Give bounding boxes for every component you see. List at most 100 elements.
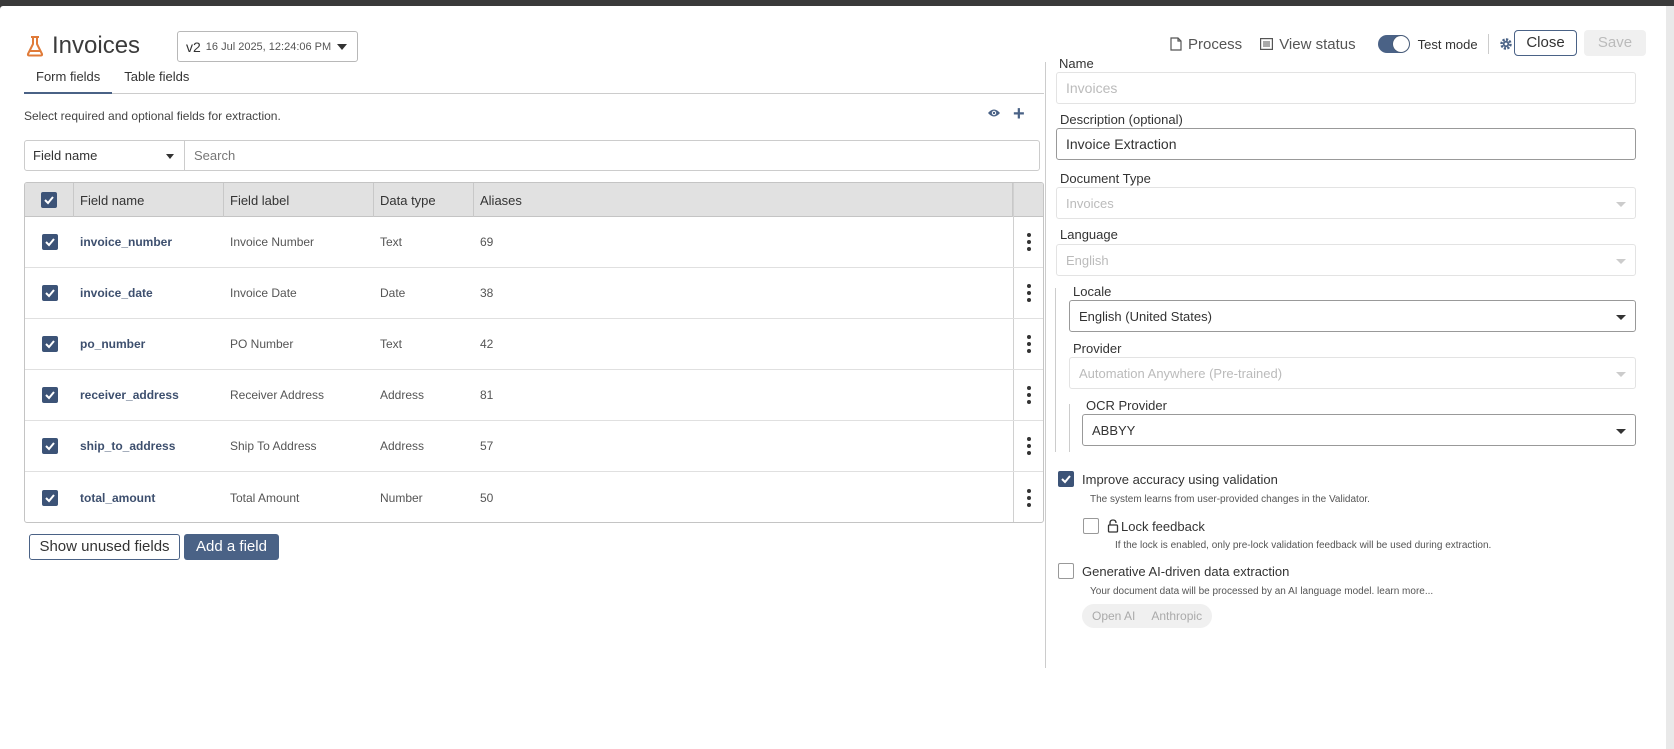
chevron-down-icon <box>166 154 174 159</box>
locale-select[interactable]: English (United States) <box>1069 300 1636 332</box>
version-dropdown[interactable]: v2 16 Jul 2025, 12:24:06 PM <box>177 31 358 62</box>
add-icon[interactable]: + <box>1013 104 1025 124</box>
row-checkbox[interactable] <box>41 387 58 403</box>
row-menu-cell <box>1013 217 1043 267</box>
field-label-cell: Invoice Number <box>230 235 315 249</box>
kebab-menu-icon[interactable] <box>1026 284 1031 302</box>
improve-accuracy-checkbox[interactable] <box>1058 471 1074 487</box>
kebab-menu-icon[interactable] <box>1026 437 1031 455</box>
app-window: Invoices v2 16 Jul 2025, 12:24:06 PM Pro… <box>0 6 1674 749</box>
field-name-cell[interactable]: po_number <box>74 319 224 369</box>
lock-feedback-label: Lock feedback <box>1121 518 1205 534</box>
lock-feedback-help: If the lock is enabled, only pre-lock va… <box>1115 540 1492 551</box>
language-select[interactable]: English <box>1056 244 1636 276</box>
field-name-cell[interactable]: invoice_number <box>74 217 224 267</box>
field-name-cell[interactable]: receiver_address <box>74 370 224 420</box>
select-all-cell <box>25 183 74 217</box>
provider-select[interactable]: Automation Anywhere (Pre-trained) <box>1069 357 1636 389</box>
row-checkbox-cell <box>25 472 74 522</box>
row-checkbox-cell <box>25 319 74 369</box>
genai-option-openai[interactable]: Open AI <box>1092 609 1135 623</box>
row-menu-cell <box>1013 319 1043 369</box>
row-checkbox[interactable] <box>41 336 58 352</box>
field-label-cell: PO Number <box>230 337 294 351</box>
kebab-menu-icon[interactable] <box>1026 233 1031 251</box>
data-type-cell: Text <box>380 337 403 351</box>
name-input[interactable]: Invoices <box>1056 72 1636 104</box>
column-header-field-name[interactable]: Field name <box>74 183 224 217</box>
show-unused-fields-button[interactable]: Show unused fields <box>29 534 180 560</box>
row-checkbox[interactable] <box>41 438 58 454</box>
kebab-menu-icon[interactable] <box>1026 335 1031 353</box>
list-icon <box>1260 38 1274 50</box>
test-mode-toggle[interactable] <box>1377 35 1410 53</box>
description-label: Description (optional) <box>1060 112 1183 127</box>
aliases-cell: 81 <box>480 388 494 402</box>
close-button[interactable]: Close <box>1514 30 1577 56</box>
table-row: invoice_number Invoice Number Text 69 <box>25 217 1043 268</box>
language-label: Language <box>1060 227 1118 242</box>
row-checkbox-cell <box>25 268 74 318</box>
version-date: 16 Jul 2025, 12:24:06 PM <box>205 40 332 53</box>
name-label: Name <box>1059 56 1094 71</box>
improve-accuracy-option: Improve accuracy using validation <box>1058 471 1278 487</box>
description-input[interactable]: Invoice Extraction <box>1056 128 1636 160</box>
chevron-down-icon <box>1616 259 1626 264</box>
document-type-select[interactable]: Invoices <box>1056 187 1636 219</box>
ocr-provider-select[interactable]: ABBYY <box>1082 414 1636 446</box>
page-title: Invoices <box>26 32 140 60</box>
aliases-cell: 57 <box>480 439 494 453</box>
data-type-cell: Address <box>380 439 425 453</box>
field-label-cell: Receiver Address <box>230 388 325 402</box>
chevron-down-icon <box>1616 372 1626 377</box>
column-header-aliases[interactable]: Aliases <box>474 183 1013 217</box>
row-checkbox-cell <box>25 217 74 267</box>
genai-extraction-option: Generative AI-driven data extraction <box>1058 563 1289 579</box>
add-field-button[interactable]: Add a field <box>184 534 279 560</box>
search-input[interactable] <box>185 141 1039 170</box>
title-text: Invoices <box>52 32 141 59</box>
select-all-checkbox[interactable] <box>41 192 57 208</box>
genai-option-anthropic[interactable]: Anthropic <box>1151 609 1202 623</box>
panel-divider <box>1045 62 1046 668</box>
filter-bar: Field name <box>24 140 1040 171</box>
kebab-menu-icon[interactable] <box>1026 488 1031 507</box>
kebab-menu-icon[interactable] <box>1026 386 1031 404</box>
save-button[interactable]: Save <box>1584 30 1646 56</box>
field-name-cell[interactable]: total_amount <box>74 472 224 522</box>
row-checkbox[interactable] <box>41 285 58 301</box>
scrollbar[interactable] <box>1666 6 1674 749</box>
tab-form-fields[interactable]: Form fields <box>24 66 113 94</box>
row-checkbox[interactable] <box>41 234 58 250</box>
lock-icon <box>1107 519 1119 533</box>
header-divider <box>1487 34 1489 54</box>
indent-guide <box>1055 288 1056 452</box>
locale-label: Locale <box>1073 284 1112 299</box>
description-value: Invoice Extraction <box>1066 136 1177 152</box>
eye-icon[interactable] <box>987 108 1001 118</box>
view-status-link[interactable]: View status <box>1260 36 1356 53</box>
document-icon <box>1170 37 1182 51</box>
row-menu-cell <box>1013 472 1043 522</box>
field-tabs: Form fields Table fields <box>24 66 1044 94</box>
field-name-cell[interactable]: ship_to_address <box>74 421 224 471</box>
field-filter-select[interactable]: Field name <box>25 141 185 170</box>
process-label: Process <box>1188 35 1243 53</box>
column-header-field-label[interactable]: Field label <box>224 183 374 217</box>
lock-feedback-option: Lock feedback <box>1083 518 1205 534</box>
row-checkbox[interactable] <box>41 489 58 506</box>
gear-icon[interactable] <box>1499 37 1513 51</box>
table-header: Field name Field label Data type Aliases <box>25 183 1043 217</box>
table-row: receiver_address Receiver Address Addres… <box>25 370 1043 421</box>
data-type-cell: Date <box>380 286 406 300</box>
chevron-down-icon <box>1616 202 1626 207</box>
provider-value: Automation Anywhere (Pre-trained) <box>1079 365 1283 381</box>
indent-guide <box>1069 404 1070 452</box>
improve-accuracy-help: The system learns from user-provided cha… <box>1090 494 1370 505</box>
process-link[interactable]: Process <box>1170 36 1242 53</box>
column-header-data-type[interactable]: Data type <box>374 183 474 217</box>
lock-feedback-checkbox[interactable] <box>1083 518 1099 534</box>
field-name-cell[interactable]: invoice_date <box>74 268 224 318</box>
tab-table-fields[interactable]: Table fields <box>112 66 201 94</box>
genai-extraction-checkbox[interactable] <box>1058 563 1074 579</box>
